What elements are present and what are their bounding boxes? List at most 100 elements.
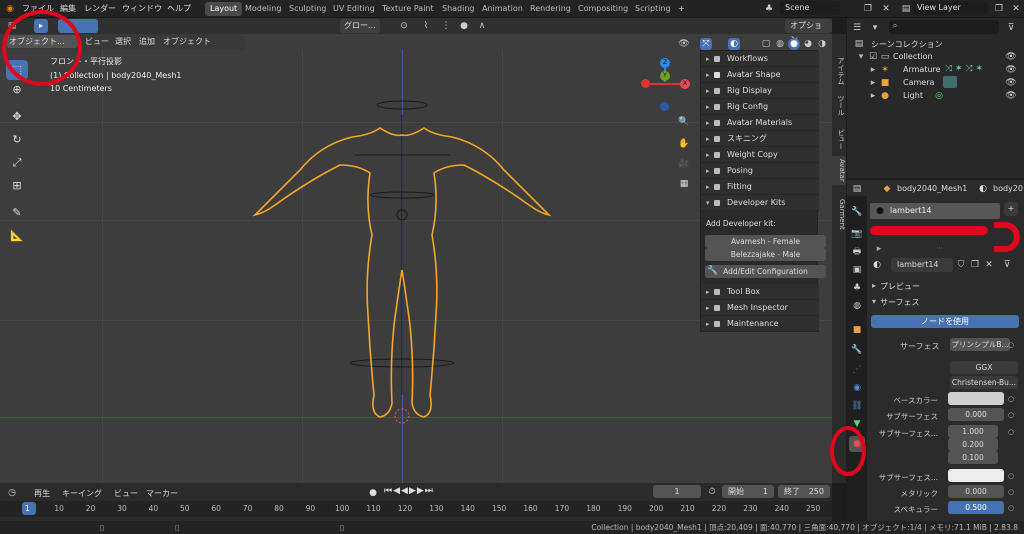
expand-icon[interactable]: ▸ — [706, 115, 710, 131]
expand-icon[interactable]: ▸ — [706, 67, 710, 83]
annotate-tool-icon[interactable]: ✎ — [6, 203, 28, 223]
material-name-field[interactable]: lambert14 — [891, 258, 953, 272]
expand-icon[interactable]: ▸ — [706, 163, 710, 179]
checkbox-checked[interactable] — [714, 72, 720, 78]
tab-scripting[interactable]: Scripting — [630, 2, 676, 16]
light-visibility-icon[interactable]: 👁 — [1005, 90, 1017, 102]
visibility-icon[interactable]: 👁 — [678, 38, 690, 50]
tab-modeling[interactable]: Modeling — [240, 2, 286, 16]
menu-help[interactable]: ヘルプ — [167, 3, 191, 14]
expand-icon[interactable]: ▸ — [706, 316, 710, 332]
scene-tab-icon[interactable]: ♣ — [849, 280, 865, 296]
cursor-tool-icon[interactable]: ⊕ — [6, 80, 28, 100]
scale-tool-icon[interactable]: ⤢ — [6, 153, 28, 173]
gizmo-z-axis[interactable]: Z — [660, 58, 670, 68]
remove-view-layer-icon[interactable]: ✕ — [1010, 3, 1022, 15]
panel-row[interactable]: ▸ Workflows — [701, 51, 819, 67]
particles-tab-icon[interactable]: ⋰ — [849, 362, 865, 378]
gizmo-toggle-icon[interactable]: ⤧ — [700, 38, 712, 50]
proportional-edit-icon[interactable]: ● — [458, 20, 470, 32]
tab-animation[interactable]: Animation — [477, 2, 528, 16]
collection-checkbox[interactable]: ☑ — [867, 51, 879, 63]
subsurface-color-swatch[interactable] — [948, 469, 1004, 482]
collection-visibility-icon[interactable]: 👁 — [1005, 51, 1017, 63]
shading-rendered-icon[interactable]: ◑ — [816, 38, 828, 50]
expand-icon[interactable]: ▸ — [706, 147, 710, 163]
preview-expand-icon[interactable]: ▸ — [872, 281, 876, 290]
expand-collection-icon[interactable]: ▾ — [855, 51, 867, 63]
modifier-tab-icon[interactable]: 🔧 — [849, 342, 865, 358]
socket-dot-icon[interactable]: ○ — [1008, 504, 1014, 512]
shading-wireframe-icon[interactable]: ◍ — [774, 38, 786, 50]
duplicate-material-icon[interactable]: ❐ — [969, 259, 981, 271]
expand-icon[interactable]: ▸ — [706, 284, 710, 300]
menu-edit[interactable]: 編集 — [60, 3, 76, 14]
gizmo-x-axis[interactable]: X — [680, 79, 690, 89]
properties-editor-icon[interactable]: ▤ — [851, 183, 863, 195]
menu-render[interactable]: レンダー — [84, 3, 116, 14]
use-nodes-button[interactable]: ノードを使用 — [871, 315, 1019, 328]
expand-icon[interactable]: ▸ — [706, 51, 710, 67]
move-tool-icon[interactable]: ✥ — [6, 107, 28, 127]
copy-view-layer-icon[interactable]: ❐ — [993, 3, 1005, 15]
panel-row[interactable]: ▸ Tool Box — [701, 284, 819, 300]
armature-visibility-icon[interactable]: 👁 — [1005, 64, 1017, 76]
shading-solid-icon[interactable]: ● — [788, 38, 800, 50]
panel-row[interactable]: ▸ スキニング — [701, 131, 819, 147]
panel-row[interactable]: ▸ Weight Copy — [701, 147, 819, 163]
view-layer-field[interactable]: View Layer — [912, 1, 987, 15]
tab-view[interactable]: ビュー — [832, 126, 846, 153]
add-workspace-button[interactable]: + — [673, 2, 690, 16]
origin-cursor[interactable] — [394, 408, 410, 424]
expand-icon[interactable]: ▸ — [706, 83, 710, 99]
belezzajake-male-button[interactable]: Belezzajake - Male — [705, 248, 826, 261]
collection-label[interactable]: Collection — [893, 52, 933, 61]
record-icon[interactable]: ● — [367, 487, 379, 499]
menu-window[interactable]: ウィンドウ — [122, 3, 162, 14]
add-material-slot-button[interactable]: + — [1004, 202, 1018, 216]
expand-icon[interactable]: ▸ — [706, 99, 710, 115]
perspective-toggle-icon[interactable]: ▦ — [678, 178, 690, 190]
metallic-field[interactable]: 0.000 — [948, 485, 1004, 498]
playback-controls-icon[interactable]: ⏮◀◀▶▶⏭ — [384, 486, 434, 496]
object-tab-icon[interactable]: ■ — [849, 322, 865, 338]
menu-select[interactable]: 選択 — [112, 35, 134, 48]
surface-shader-dropdown[interactable]: プリンシプルB... — [950, 338, 1010, 351]
resize-handle-icon[interactable]: ⋯ — [936, 244, 943, 252]
gizmo-neg-z-axis[interactable] — [660, 102, 669, 111]
tab-item[interactable]: アイテム — [832, 54, 846, 88]
armature-label[interactable]: Armature — [903, 65, 941, 74]
shading-material-icon[interactable]: ◕ — [802, 38, 814, 50]
tab-uv-editing[interactable]: UV Editing — [328, 2, 380, 16]
menu-add[interactable]: 追加 — [136, 35, 158, 48]
subsurface-radius-z[interactable]: 0.100 — [948, 451, 998, 464]
tool-tab-icon[interactable]: 🔧 — [849, 204, 865, 220]
view-layer-tab-icon[interactable]: ▣ — [849, 262, 865, 278]
transform-tool-icon[interactable]: ⊞ — [6, 176, 28, 196]
expand-icon[interactable]: ▸ — [706, 179, 710, 195]
panel-row[interactable]: ▸ Avatar Materials — [701, 115, 819, 131]
camera-visibility-icon[interactable]: 👁 — [1005, 77, 1017, 89]
remove-scene-icon[interactable]: ✕ — [880, 3, 892, 15]
tab-avatar[interactable]: Avatar — [832, 156, 846, 185]
camera-view-icon[interactable]: 🎥 — [678, 158, 690, 170]
material-slot-row[interactable]: ● lambert14 — [870, 203, 1000, 219]
subsurface-radius-y[interactable]: 0.200 — [948, 438, 998, 451]
tab-shading[interactable]: Shading — [437, 2, 480, 16]
output-tab-icon[interactable]: 🖶 — [849, 244, 865, 260]
tab-layout[interactable]: Layout — [205, 2, 243, 16]
socket-dot-icon[interactable]: ○ — [1008, 428, 1014, 436]
panel-row[interactable]: ▸ Rig Display — [701, 83, 819, 99]
playback-menu[interactable]: 再生 — [34, 488, 50, 499]
distribution-dropdown[interactable]: GGX — [950, 361, 1018, 374]
expand-slots-icon[interactable]: ▸ — [873, 243, 885, 255]
timeline-editor-icon[interactable]: ◷ — [6, 487, 18, 499]
render-tab-icon[interactable]: 📷 — [849, 226, 865, 242]
navigation-gizmo[interactable]: Z Y X — [636, 58, 692, 114]
options-dropdown[interactable]: オプション — [785, 19, 832, 44]
subsurface-field[interactable]: 0.000 — [948, 408, 1004, 421]
avamesh-female-button[interactable]: Avamesh - Female — [705, 235, 826, 248]
display-mode-icon[interactable]: ▾ — [869, 22, 881, 34]
camera-label[interactable]: Camera — [903, 78, 934, 87]
gizmo-y-axis[interactable]: Y — [660, 71, 670, 81]
